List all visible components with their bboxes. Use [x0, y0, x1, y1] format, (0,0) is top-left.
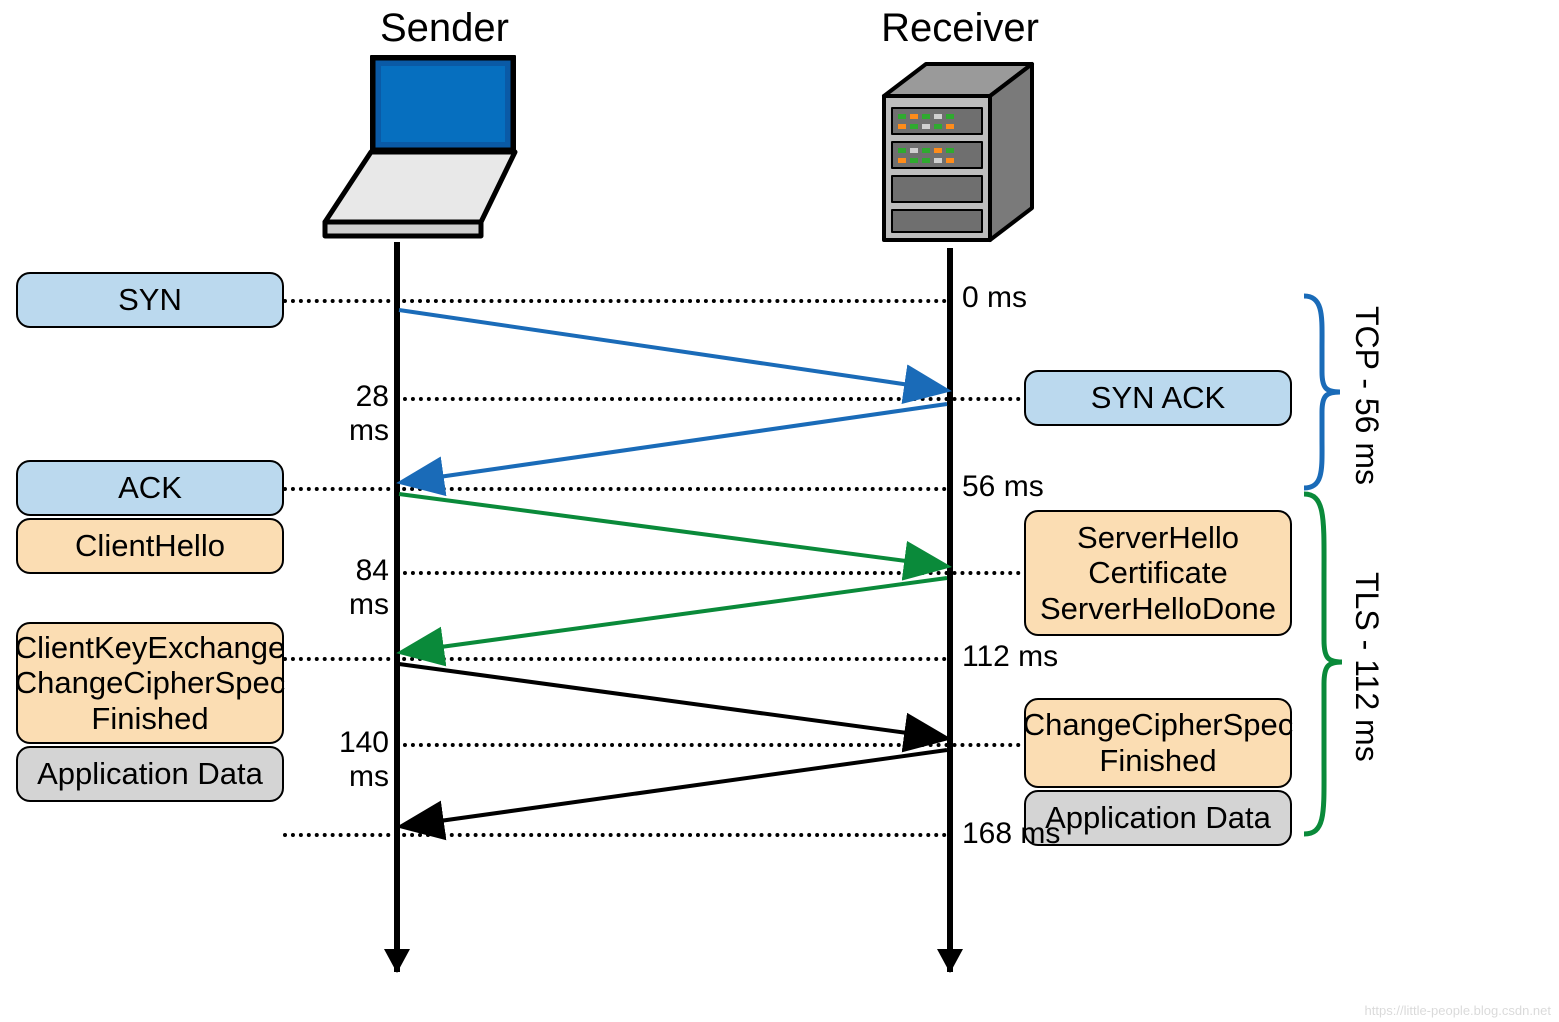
time-28ms: 28 ms [309, 380, 389, 448]
receiver-timeline [947, 248, 953, 972]
box-sh-l1: ServerHello [1077, 520, 1239, 556]
watermark: https://little-people.blog.csdn.net [1365, 1003, 1551, 1018]
box-appdata-right: Application Data [1024, 790, 1292, 846]
receiver-label: Receiver [880, 6, 1040, 51]
box-changecipherspec: ChangeCipherSpec Finished [1024, 698, 1292, 788]
box-sh-l3: ServerHelloDone [1040, 591, 1276, 627]
dotted-28ms [395, 397, 1021, 401]
box-clienthello-text: ClientHello [75, 528, 225, 564]
box-sh-l2: Certificate [1088, 555, 1228, 591]
dotted-84ms [395, 571, 1021, 575]
arrow-serverhello [404, 578, 947, 652]
dotted-168ms [283, 833, 947, 837]
dotted-56ms [283, 487, 947, 491]
arrow-syn [399, 310, 944, 390]
dotted-0ms [283, 299, 947, 303]
time-112ms: 112 ms [962, 640, 1058, 674]
box-cke-l2: ChangeCipherSpec [15, 665, 286, 701]
time-140ms: 140 ms [295, 726, 389, 794]
box-synack: SYN ACK [1024, 370, 1292, 426]
box-serverhello: ServerHello Certificate ServerHelloDone [1024, 510, 1292, 636]
arrow-cke [399, 664, 944, 738]
sender-label: Sender [380, 6, 500, 51]
box-cke-l3: Finished [91, 701, 208, 737]
arrow-synack [404, 404, 947, 482]
laptop-icon [313, 50, 533, 240]
box-ack: ACK [16, 460, 284, 516]
box-ack-text: ACK [118, 470, 182, 506]
box-appdata-left: Application Data [16, 746, 284, 802]
bracket-tcp [1304, 296, 1340, 488]
dotted-112ms [283, 657, 947, 661]
box-ccs-l1: ChangeCipherSpec [1023, 707, 1294, 743]
box-appdata-left-text: Application Data [37, 756, 263, 792]
time-0ms: 0 ms [962, 281, 1027, 315]
bracket-tls-label: TLS - 112 ms [1348, 572, 1385, 762]
arrow-ccs [404, 750, 947, 826]
box-cke-l1: ClientKeyExchange [15, 630, 286, 666]
box-appdata-right-text: Application Data [1045, 800, 1271, 836]
box-clientkeyexchange: ClientKeyExchange ChangeCipherSpec Finis… [16, 622, 284, 744]
box-syn: SYN [16, 272, 284, 328]
bracket-tcp-label: TCP - 56 ms [1348, 306, 1385, 485]
dotted-140ms [395, 743, 1021, 747]
time-56ms: 56 ms [962, 470, 1044, 504]
time-168ms: 168 ms [962, 817, 1060, 851]
box-clienthello: ClientHello [16, 518, 284, 574]
box-synack-text: SYN ACK [1091, 380, 1225, 416]
bracket-tls [1304, 494, 1342, 834]
server-icon [874, 52, 1044, 252]
sender-timeline [394, 242, 400, 972]
box-ccs-l2: Finished [1099, 743, 1216, 779]
arrow-clienthello [399, 494, 944, 566]
box-syn-text: SYN [118, 282, 182, 318]
time-84ms: 84 ms [309, 554, 389, 622]
